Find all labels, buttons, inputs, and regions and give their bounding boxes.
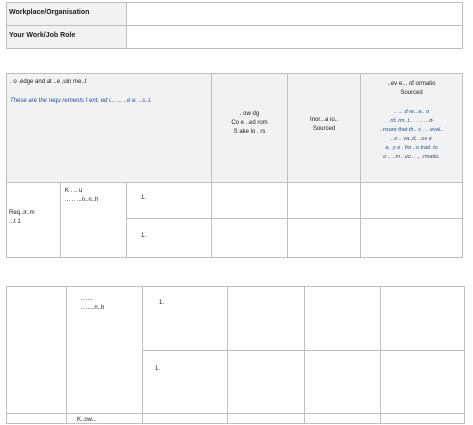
section3-cell-4[interactable] [380,413,465,424]
section2-item-1-cell[interactable]: 1. [142,286,228,351]
section2-item-1-label: 1. [159,300,165,306]
review-header-cell: ..ev e... of ormatio Sourced .. ... d re… [360,73,463,183]
item-1-cell[interactable]: 1. [126,182,212,219]
section2-review-cell-2[interactable] [380,350,465,414]
item-2-cell[interactable]: 1. [126,218,212,258]
section3-cell-2[interactable] [227,413,305,424]
knowledge-header-cell: . ow dg Co e ..ed rom S ake lo . rs [211,73,288,183]
review-header-title: ..ev e... of ormatio Sourced [387,81,436,96]
job-role-field[interactable] [126,25,463,49]
section2-review-cell-1[interactable] [380,286,465,351]
section3-cell-1[interactable] [142,413,228,424]
section2-label-cell [6,286,67,414]
info-sourced-cell-1[interactable] [287,182,361,219]
section2-item-2-label: 1. [155,366,161,372]
info-sourced-header-cell: Inor...a io.. Sourced [287,73,361,183]
knowledge-header: . ow dg Co e ..ed rom S ake lo . rs [231,111,268,135]
knowledge-sub-label-cell: K . .. u ... .. ...n..n..h [60,182,127,258]
review-header-subtitle: .. ... d re...e.. o .nf..rm..t.. . . .. … [379,109,444,160]
knowledge-sub-label: K . .. u ... .. ...n..n..h [65,188,99,203]
review-cell-2[interactable] [360,218,463,258]
requirement-row-label-cell: Req..ir..m ...t 1 [6,182,61,258]
section3-cell-3[interactable] [304,413,381,424]
section2-info-cell-1[interactable] [304,286,381,351]
section2-item-2-cell[interactable]: 1. [142,350,228,414]
item-1-label: 1. [141,195,147,201]
section3-sub-label-cell: K..ow... [66,413,143,424]
section2-sub-label: .. .... .. .....n..h [81,296,105,311]
knowledge-cell-2[interactable] [211,218,288,258]
requirement-title: . o .edge and at ..e ,uin me..t [10,79,87,85]
workplace-label-cell: Workplace/Organisation [6,2,127,26]
section3-sub-label: K..ow... [77,417,97,423]
requirement-row-label: Req..ir..m ...t 1 [9,210,35,225]
knowledge-cell-1[interactable] [211,182,288,219]
section2-sub-label-cell: .. .... .. .....n..h [66,286,143,414]
item-2-label: 1. [141,233,147,239]
section2-info-cell-2[interactable] [304,350,381,414]
info-sourced-cell-2[interactable] [287,218,361,258]
workplace-label: Workplace/Organisation [9,9,90,16]
section2-knowledge-cell-1[interactable] [227,286,305,351]
job-role-label: Your Work/Job Role [9,32,76,39]
requirement-header-cell: . o .edge and at ..e ,uin me..t These ar… [6,73,212,183]
job-role-label-cell: Your Work/Job Role [6,25,127,49]
requirement-subtitle: These are the requ rements I ent, ed i..… [10,98,152,104]
workplace-field[interactable] [126,2,463,26]
review-cell-1[interactable] [360,182,463,219]
section2-knowledge-cell-2[interactable] [227,350,305,414]
section3-label-cell [6,413,67,424]
info-sourced-header: Inor...a io.. Sourced [309,117,339,132]
